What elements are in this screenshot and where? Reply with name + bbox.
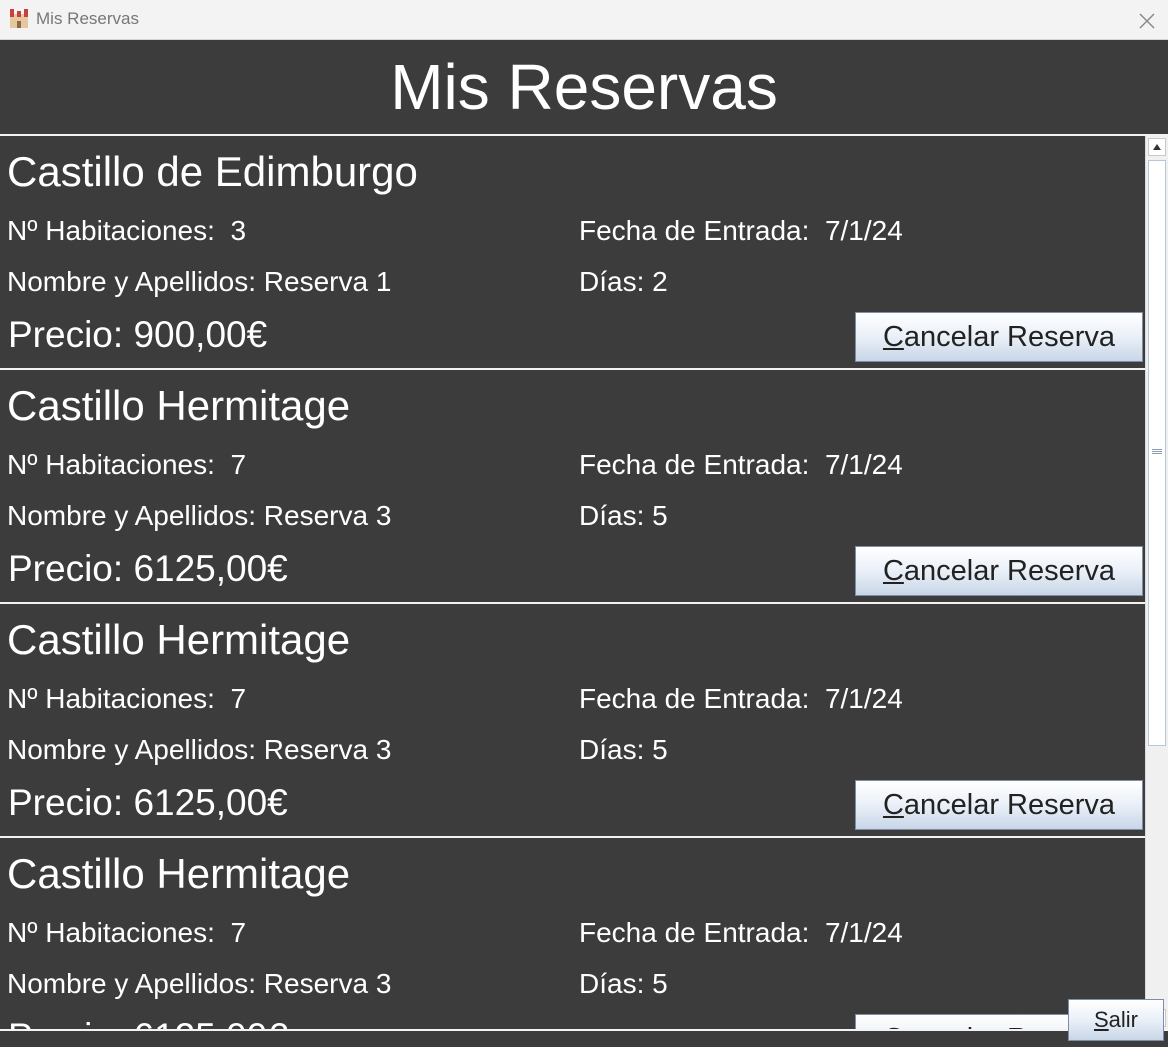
- guest-label: Nombre y Apellidos:: [7, 266, 257, 297]
- rooms-field: Nº Habitaciones: 3: [7, 215, 246, 247]
- reservation-card: Castillo Hermitage Nº Habitaciones: 7 Fe…: [0, 370, 1145, 604]
- rooms-field: Nº Habitaciones: 7: [7, 449, 246, 481]
- days-value: 5: [652, 968, 668, 999]
- cancel-label: ancelar Reserva: [903, 321, 1116, 353]
- reservations-scroll-pane[interactable]: Castillo de Edimburgo Nº Habitaciones: 3…: [0, 134, 1168, 1031]
- checkin-field: Fecha de Entrada: 7/1/24: [579, 917, 903, 949]
- cancel-reservation-button[interactable]: Cancelar Reserva: [855, 780, 1143, 830]
- price-label: Precio:: [8, 314, 124, 355]
- days-value: 2: [652, 266, 668, 297]
- checkin-label: Fecha de Entrada:: [579, 449, 810, 480]
- checkin-value: 7/1/24: [824, 683, 903, 714]
- checkin-field: Fecha de Entrada: 7/1/24: [579, 683, 903, 715]
- cancel-mnemonic: C: [882, 789, 904, 821]
- window-title: Mis Reservas: [36, 9, 139, 28]
- rooms-field: Nº Habitaciones: 7: [7, 917, 246, 949]
- price-field: Precio: 6125,00€: [8, 782, 288, 824]
- exit-button[interactable]: Salir: [1068, 999, 1164, 1041]
- days-label: Días:: [579, 968, 645, 999]
- guest-value: Reserva 1: [263, 266, 392, 297]
- rooms-label: Nº Habitaciones:: [7, 683, 215, 714]
- days-label: Días:: [579, 734, 645, 765]
- checkin-field: Fecha de Entrada: 7/1/24: [579, 449, 903, 481]
- rooms-value: 7: [230, 917, 247, 948]
- cancel-mnemonic: C: [883, 1023, 904, 1029]
- guest-value: Reserva 3: [263, 734, 392, 765]
- rooms-label: Nº Habitaciones:: [7, 449, 215, 480]
- window-titlebar: Mis Reservas: [0, 0, 1168, 40]
- days-value: 5: [652, 734, 668, 765]
- cancel-label: ancelar Reserva: [903, 789, 1116, 821]
- price-field: Precio: 6125,00€: [8, 1016, 288, 1029]
- price-label: Precio:: [8, 782, 124, 823]
- cancel-mnemonic: C: [882, 555, 904, 587]
- rooms-label: Nº Habitaciones:: [7, 917, 215, 948]
- close-icon[interactable]: [1132, 6, 1160, 34]
- price-value: 6125,00€: [133, 782, 288, 823]
- checkin-label: Fecha de Entrada:: [579, 215, 810, 246]
- price-label: Precio:: [8, 548, 124, 589]
- cancel-mnemonic: C: [882, 321, 904, 353]
- days-field: Días: 5: [579, 968, 668, 1000]
- cancel-label: ancelar Reserva: [903, 555, 1116, 587]
- guest-value: Reserva 3: [263, 500, 392, 531]
- days-value: 5: [652, 500, 668, 531]
- hotel-name: Castillo Hermitage: [7, 382, 351, 429]
- reservation-card: Castillo Hermitage Nº Habitaciones: 7 Fe…: [0, 604, 1145, 838]
- guest-field: Nombre y Apellidos: Reserva 3: [7, 500, 391, 532]
- scroll-up-button[interactable]: [1148, 138, 1166, 156]
- castle-icon: [10, 9, 28, 28]
- checkin-label: Fecha de Entrada:: [579, 917, 810, 948]
- cancel-reservation-button[interactable]: Cancelar Reserva: [855, 546, 1143, 596]
- exit-mnemonic: S: [1093, 1007, 1109, 1032]
- price-field: Precio: 900,00€: [8, 314, 267, 356]
- rooms-label: Nº Habitaciones:: [7, 215, 215, 246]
- price-label: Precio:: [8, 1016, 123, 1029]
- hotel-name: Castillo Hermitage: [7, 850, 351, 897]
- rooms-field: Nº Habitaciones: 7: [7, 683, 246, 715]
- price-value: 6125,00€: [133, 1016, 287, 1029]
- guest-field: Nombre y Apellidos: Reserva 3: [7, 734, 391, 766]
- price-field: Precio: 6125,00€: [8, 548, 288, 590]
- rooms-value: 3: [230, 215, 247, 246]
- days-label: Días:: [579, 266, 645, 297]
- exit-label: alir: [1108, 1007, 1139, 1032]
- checkin-field: Fecha de Entrada: 7/1/24: [579, 215, 903, 247]
- hotel-name: Castillo Hermitage: [7, 616, 351, 663]
- guest-field: Nombre y Apellidos: Reserva 3: [7, 968, 391, 1000]
- checkin-value: 7/1/24: [824, 215, 903, 246]
- rooms-value: 7: [230, 683, 247, 714]
- reservation-card: Castillo de Edimburgo Nº Habitaciones: 3…: [0, 136, 1145, 370]
- price-value: 900,00€: [133, 314, 268, 355]
- days-field: Días: 5: [579, 734, 668, 766]
- guest-label: Nombre y Apellidos:: [7, 968, 257, 999]
- checkin-value: 7/1/24: [824, 917, 903, 948]
- days-field: Días: 5: [579, 500, 668, 532]
- grip-icon: [1152, 449, 1162, 454]
- guest-label: Nombre y Apellidos:: [7, 500, 257, 531]
- checkin-label: Fecha de Entrada:: [579, 683, 810, 714]
- price-value: 6125,00€: [133, 548, 288, 589]
- guest-label: Nombre y Apellidos:: [7, 734, 257, 765]
- main-panel: Mis Reservas Castillo de Edimburgo Nº Ha…: [0, 41, 1168, 1047]
- checkin-value: 7/1/24: [824, 449, 903, 480]
- reservation-card: Castillo Hermitage Nº Habitaciones: 7 Fe…: [0, 838, 1145, 1029]
- page-title: Mis Reservas: [390, 51, 778, 123]
- arrow-up-icon: [1153, 144, 1161, 150]
- days-label: Días:: [579, 500, 645, 531]
- days-field: Días: 2: [579, 266, 668, 298]
- guest-field: Nombre y Apellidos: Reserva 1: [7, 266, 391, 298]
- scrollbar-thumb[interactable]: [1148, 160, 1166, 746]
- hotel-name: Castillo de Edimburgo: [7, 148, 418, 195]
- cancel-reservation-button[interactable]: Cancelar Reserva: [855, 312, 1143, 362]
- reservations-list: Castillo de Edimburgo Nº Habitaciones: 3…: [0, 136, 1145, 1029]
- vertical-scrollbar[interactable]: [1145, 136, 1168, 1029]
- guest-value: Reserva 3: [263, 968, 392, 999]
- rooms-value: 7: [230, 449, 247, 480]
